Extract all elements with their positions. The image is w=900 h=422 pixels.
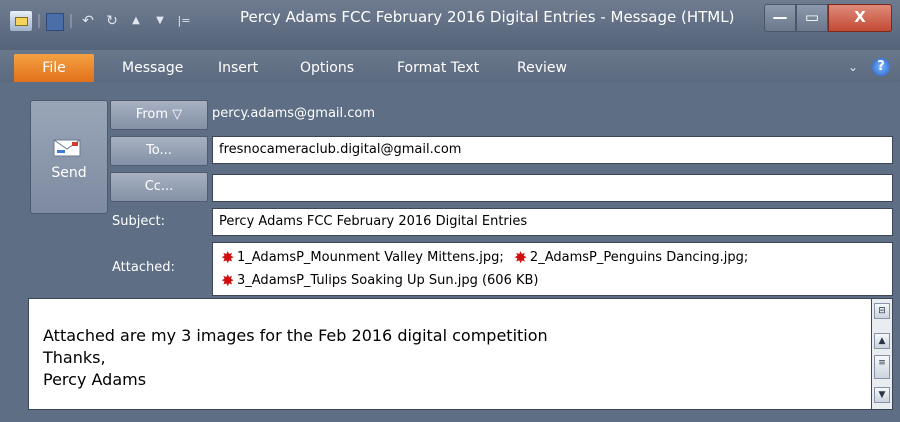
- collapse-ribbon-icon[interactable]: ⌄: [848, 60, 858, 74]
- scroll-thumb[interactable]: ≡: [874, 355, 890, 379]
- tab-format-text[interactable]: Format Text: [397, 56, 479, 80]
- attachment-name: 1_AdamsP_Mounment Valley Mittens.jpg;: [237, 250, 504, 265]
- vertical-scrollbar[interactable]: ⊟ ▲ ≡ ▼: [871, 298, 893, 410]
- subject-label: Subject:: [112, 214, 165, 229]
- ruler-toggle-icon[interactable]: ⊟: [874, 303, 890, 319]
- ribbon-tabs: File Message Insert Options Format Text …: [0, 50, 900, 82]
- minimize-button[interactable]: —: [764, 4, 796, 32]
- separator: |: [68, 13, 74, 29]
- attachment-item[interactable]: ✸ 3_AdamsP_Tulips Soaking Up Sun.jpg (606…: [221, 271, 539, 290]
- message-header: Send From ▽ percy.adams@gmail.com To... …: [8, 88, 894, 296]
- save-icon[interactable]: [46, 12, 64, 31]
- tab-message[interactable]: Message: [122, 56, 183, 80]
- attachment-item[interactable]: ✸ 1_AdamsP_Mounment Valley Mittens.jpg;: [221, 248, 504, 267]
- separator: |: [36, 13, 42, 29]
- envelope-icon: [53, 139, 81, 157]
- help-icon[interactable]: ?: [872, 58, 890, 76]
- tab-insert[interactable]: Insert: [218, 56, 258, 80]
- message-body[interactable]: Attached are my 3 images for the Feb 201…: [28, 298, 872, 410]
- attachment-name: 2_AdamsP_Penguins Dancing.jpg;: [529, 250, 749, 265]
- scroll-up-button[interactable]: ▲: [874, 333, 890, 349]
- send-label: Send: [51, 165, 87, 181]
- from-value: percy.adams@gmail.com: [212, 106, 376, 121]
- attachments-box: ✸ 1_AdamsP_Mounment Valley Mittens.jpg; ✸…: [212, 242, 893, 296]
- tab-file[interactable]: File: [14, 54, 94, 82]
- close-button[interactable]: X: [828, 4, 892, 32]
- tab-options[interactable]: Options: [300, 56, 354, 80]
- scroll-down-button[interactable]: ▼: [874, 387, 890, 403]
- image-file-icon: ✸: [221, 271, 235, 290]
- attachment-item[interactable]: ✸ 2_AdamsP_Penguins Dancing.jpg;: [513, 248, 749, 267]
- image-file-icon: ✸: [513, 248, 528, 267]
- subject-field[interactable]: Percy Adams FCC February 2016 Digital En…: [212, 208, 893, 236]
- previous-item-icon[interactable]: ▲: [126, 11, 146, 31]
- cc-button[interactable]: Cc...: [110, 172, 208, 202]
- customize-toolbar-icon[interactable]: |=: [174, 11, 194, 31]
- undo-icon[interactable]: ↶: [78, 11, 98, 31]
- attachment-name: 3_AdamsP_Tulips Soaking Up Sun.jpg (606 …: [237, 273, 539, 288]
- message-body-text: Attached are my 3 images for the Feb 201…: [43, 326, 548, 389]
- to-field[interactable]: fresnocameraclub.digital@gmail.com: [212, 136, 893, 164]
- redo-icon[interactable]: ↻: [102, 11, 122, 31]
- to-button[interactable]: To...: [110, 136, 208, 166]
- image-file-icon: ✸: [221, 248, 235, 267]
- title-bar: | | ↶ ↻ ▲ ▼ |= Percy Adams FCC February …: [0, 0, 900, 50]
- outlook-app-icon[interactable]: [10, 11, 32, 31]
- attached-label: Attached:: [112, 260, 175, 275]
- quick-access-toolbar: | | ↶ ↻ ▲ ▼ |=: [10, 10, 198, 32]
- cc-field[interactable]: [212, 174, 893, 202]
- window-title: Percy Adams FCC February 2016 Digital En…: [240, 8, 735, 26]
- tab-review[interactable]: Review: [517, 56, 567, 80]
- maximize-button[interactable]: ▭: [796, 4, 828, 32]
- from-button[interactable]: From ▽: [110, 100, 208, 130]
- send-button[interactable]: Send: [30, 100, 108, 214]
- next-item-icon[interactable]: ▼: [150, 11, 170, 31]
